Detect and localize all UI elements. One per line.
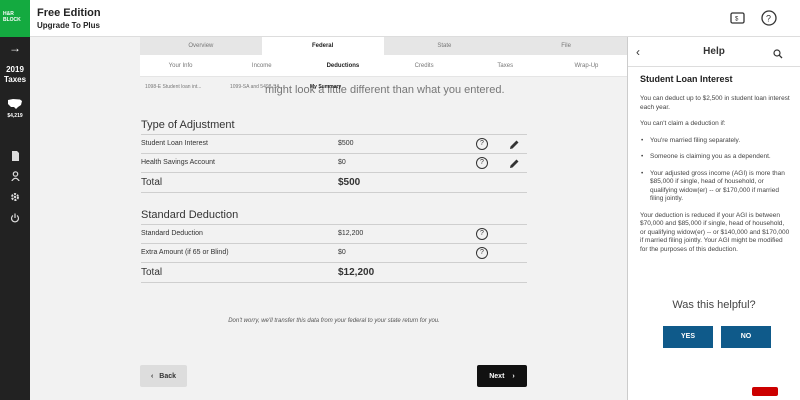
total-label: Total bbox=[141, 267, 163, 278]
subtab-wrap-up[interactable]: Wrap-Up bbox=[546, 55, 627, 76]
chevron-left-icon: ‹ bbox=[150, 372, 154, 380]
person-icon[interactable] bbox=[0, 171, 30, 183]
no-button[interactable]: NO bbox=[721, 326, 771, 348]
doctab-my-summary[interactable]: My Summary bbox=[310, 84, 341, 90]
adjustment-section-title: Type of Adjustment bbox=[141, 119, 235, 131]
help-circle-icon[interactable]: ? bbox=[476, 228, 488, 240]
total-value: $500 bbox=[338, 177, 361, 188]
svg-text:?: ? bbox=[766, 14, 771, 24]
doc-tabs: 1098-E Student loan int... 1099-SA and 5… bbox=[140, 84, 440, 94]
row-label: Student Loan Interest bbox=[141, 140, 208, 147]
main-tabs: Overview Federal State File bbox=[140, 37, 627, 55]
left-rail: → 2019 Taxes $4,219 bbox=[0, 37, 30, 400]
help-paragraph: You can't claim a deduction if: bbox=[640, 120, 726, 127]
hr-block-logo[interactable]: H&R BLOCK bbox=[0, 0, 30, 37]
help-circle-icon[interactable]: ? bbox=[476, 247, 488, 259]
help-bullet: Someone is claiming you as a dependent. bbox=[640, 153, 790, 162]
row-value: $0 bbox=[338, 159, 346, 166]
upgrade-link[interactable]: Upgrade To Plus bbox=[37, 21, 100, 30]
total-row: Total $12,200 bbox=[141, 263, 527, 283]
doctab-1099sa[interactable]: 1099-SA and 5498-SA... bbox=[230, 84, 284, 90]
document-icon[interactable] bbox=[0, 151, 30, 163]
row-value: $500 bbox=[338, 140, 354, 147]
row-label: Health Savings Account bbox=[141, 159, 215, 166]
arrow-right-icon[interactable]: → bbox=[0, 41, 30, 55]
help-panel: ‹ Help Student Loan Interest You can ded… bbox=[627, 37, 800, 400]
tax-year-label: Taxes bbox=[3, 75, 27, 84]
help-circle-icon[interactable]: ? bbox=[476, 157, 488, 169]
help-bullet: You're married filing separately. bbox=[640, 137, 790, 146]
back-button[interactable]: ‹ Back bbox=[140, 365, 187, 387]
help-paragraph: Your deduction is reduced if your AGI is… bbox=[640, 211, 790, 253]
help-bullet: Your adjusted gross income (AGI) is more… bbox=[640, 170, 790, 204]
subscribe-badge[interactable] bbox=[752, 387, 778, 396]
yes-button[interactable]: YES bbox=[663, 326, 713, 348]
edition-title: Free Edition bbox=[37, 7, 101, 19]
subtab-deductions[interactable]: Deductions bbox=[302, 55, 383, 76]
tab-federal[interactable]: Federal bbox=[261, 37, 384, 55]
help-circle-icon[interactable]: ? bbox=[476, 138, 488, 150]
subtab-your-info[interactable]: Your Info bbox=[140, 55, 221, 76]
help-bullets: You're married filing separately. Someon… bbox=[640, 137, 790, 204]
table-row: Standard Deduction $12,200 ? bbox=[141, 225, 527, 244]
total-row: Total $500 bbox=[141, 173, 527, 193]
row-value: $12,200 bbox=[338, 230, 364, 237]
power-icon[interactable] bbox=[0, 213, 30, 225]
help-title: Student Loan Interest bbox=[640, 74, 733, 84]
doctab-1098e[interactable]: 1098-E Student loan int... bbox=[145, 84, 201, 90]
subtab-income[interactable]: Income bbox=[221, 55, 302, 76]
tab-file[interactable]: File bbox=[505, 37, 627, 55]
help-article: Student Loan Interest You can deduct up … bbox=[640, 74, 790, 262]
refund-amount: $4,219 bbox=[7, 113, 23, 119]
table-row: Extra Amount (if 65 or Blind) $0 ? bbox=[141, 244, 527, 263]
tax-year: 2019 Taxes bbox=[0, 65, 30, 85]
coupon-icon[interactable]: $ bbox=[729, 10, 745, 26]
next-label: Next bbox=[489, 372, 505, 380]
table-row: Health Savings Account $0 ? bbox=[141, 154, 527, 173]
help-header: ‹ Help bbox=[628, 37, 800, 67]
tax-year-number: 2019 bbox=[6, 65, 24, 74]
row-label: Extra Amount (if 65 or Blind) bbox=[141, 249, 229, 256]
help-paragraph: You can deduct up to $2,500 in student l… bbox=[640, 95, 790, 111]
table-row: Student Loan Interest $500 ? bbox=[141, 135, 527, 154]
helpful-question: Was this helpful? bbox=[672, 299, 756, 311]
back-label: Back bbox=[159, 372, 177, 380]
standard-section-title: Standard Deduction bbox=[141, 209, 239, 221]
tab-state[interactable]: State bbox=[384, 37, 506, 55]
sub-tabs: Your Info Income Deductions Credits Taxe… bbox=[140, 55, 627, 77]
gear-icon[interactable] bbox=[0, 192, 30, 204]
subtab-credits[interactable]: Credits bbox=[384, 55, 465, 76]
summary-content: Type of Adjustment Student Loan Interest… bbox=[141, 100, 527, 335]
next-button[interactable]: Next › bbox=[477, 365, 527, 387]
subtab-taxes[interactable]: Taxes bbox=[465, 55, 546, 76]
svg-text:$: $ bbox=[735, 17, 739, 23]
row-value: $0 bbox=[338, 249, 346, 256]
transfer-note: Don't worry, we'll transfer this data fr… bbox=[228, 318, 440, 324]
tab-overview[interactable]: Overview bbox=[140, 37, 262, 55]
chevron-right-icon: › bbox=[512, 372, 515, 380]
total-label: Total bbox=[141, 177, 163, 188]
total-value: $12,200 bbox=[338, 267, 375, 278]
top-bar: H&R BLOCK Free Edition Upgrade To Plus $… bbox=[0, 0, 800, 37]
help-circle-icon[interactable]: ? bbox=[761, 10, 777, 26]
search-icon[interactable] bbox=[773, 46, 783, 64]
row-label: Standard Deduction bbox=[141, 230, 203, 237]
